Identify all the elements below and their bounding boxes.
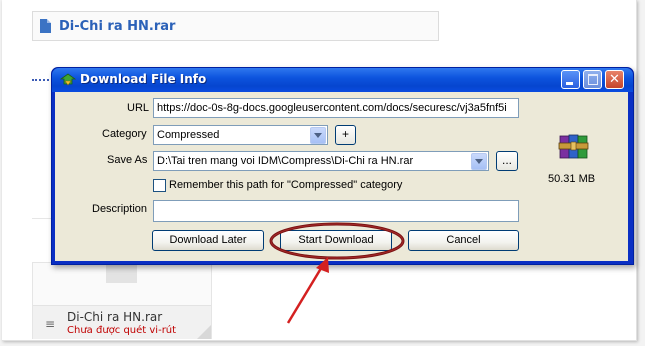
page-curl-corner [197,325,211,339]
menu-icon[interactable]: ≡ [45,317,55,331]
chevron-down-icon[interactable] [310,127,326,144]
winrar-archive-icon [558,134,589,159]
preview-file-name: Di-Chi ra HN.rar [67,310,163,324]
preview-footer: ≡ Di-Chi ra HN.rar Chưa được quét vi-rút [33,305,211,339]
minimize-button[interactable] [561,70,580,89]
add-category-button[interactable]: + [335,125,356,145]
save-as-value: D:\Tai tren mang voi IDM\Compress\Di-Chi… [157,155,414,167]
file-header-title[interactable]: Di-Chi ra HN.rar [59,19,175,34]
chevron-down-icon[interactable] [471,153,487,170]
file-header[interactable]: Di-Chi ra HN.rar [32,11,439,41]
category-value: Compressed [157,129,220,141]
maximize-button[interactable] [583,70,602,89]
description-label: Description [92,203,148,215]
url-field[interactable]: https://doc-0s-8g-docs.googleusercontent… [153,98,519,118]
preview-scan-status: Chưa được quét vi-rút [67,325,177,336]
close-button[interactable]: ✕ [605,70,624,89]
file-preview-card[interactable]: ≡ Di-Chi ra HN.rar Chưa được quét vi-rút [32,262,212,339]
cancel-button[interactable]: Cancel [408,230,519,251]
document-icon [40,19,51,33]
category-select[interactable]: Compressed [153,125,328,145]
remember-path-checkbox[interactable] [153,179,166,192]
file-size: 50.31 MB [548,173,596,185]
url-label: URL [127,102,150,114]
red-arrow-icon [286,257,329,324]
description-input[interactable] [153,200,519,222]
title-bar[interactable]: Download File Info ✕ [52,68,633,92]
category-label: Category [102,128,147,140]
save-as-label: Save As [107,154,148,166]
remember-path-label[interactable]: Remember this path for "Compressed" cate… [169,179,402,191]
close-icon: ✕ [609,72,620,87]
browse-button[interactable]: ... [496,151,518,171]
idm-app-icon [60,73,76,86]
download-later-button[interactable]: Download Later [152,230,264,251]
preview-thumbnail [106,263,137,283]
window-title: Download File Info [80,72,207,86]
save-as-select[interactable]: D:\Tai tren mang voi IDM\Compress\Di-Chi… [153,151,489,171]
